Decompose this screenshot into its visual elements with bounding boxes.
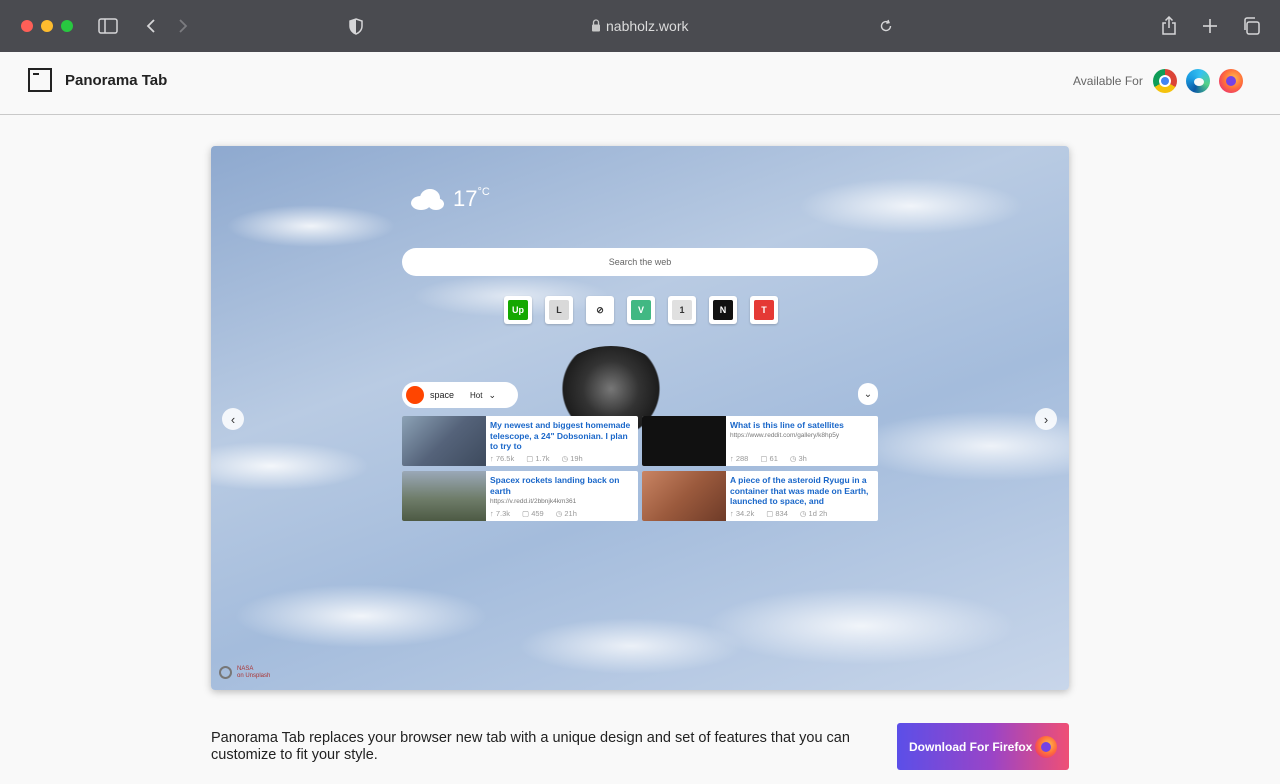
upvotes: ↑ 76.5k [490, 454, 515, 463]
post-meta: ↑ 76.5k ▢ 1.7k ◷ 19h [490, 454, 583, 463]
post-url[interactable]: https://v.redd.it/2bbnjk4km361 [490, 498, 634, 505]
upvotes: ↑ 7.3k [490, 509, 511, 518]
upvotes: ↑ 34.2k [730, 509, 755, 518]
shortcut-tile-placeholder[interactable]: 1 [668, 296, 696, 324]
shortcut-tiles: Up L ⊘ V 1 N T [504, 296, 778, 324]
reddit-post-card[interactable]: What is this line of satellites https://… [642, 416, 878, 466]
post-thumbnail [642, 416, 726, 466]
download-firefox-button[interactable]: Download For Firefox [897, 723, 1069, 770]
post-age: ◷ 1d 2h [799, 509, 828, 518]
post-title[interactable]: Spacex rockets landing back on earth [490, 475, 634, 496]
panorama-tab-logo-icon[interactable] [28, 68, 52, 92]
search-input[interactable]: Search the web [402, 248, 878, 276]
minimize-window-button[interactable] [41, 20, 53, 32]
settings-gear-icon[interactable] [219, 666, 232, 679]
comments: ▢ 1.7k [526, 454, 550, 463]
reddit-post-card[interactable]: A piece of the asteroid Ryugu in a conta… [642, 471, 878, 521]
new-tab-icon[interactable] [1201, 16, 1219, 36]
shortcut-tile-t-app[interactable]: T [750, 296, 778, 324]
shortcut-tile-vue[interactable]: V [627, 296, 655, 324]
zoom-window-button[interactable] [61, 20, 73, 32]
post-title[interactable]: A piece of the asteroid Ryugu in a conta… [730, 475, 874, 507]
weather-widget: 17°C [409, 186, 490, 212]
back-icon[interactable] [143, 16, 159, 36]
upwork-icon: Up [508, 300, 528, 320]
reload-icon[interactable] [878, 18, 894, 34]
post-thumbnail [642, 471, 726, 521]
letter-l-icon: L [549, 300, 569, 320]
upvotes: ↑ 288 [730, 454, 749, 463]
subreddit-name: space [430, 390, 455, 400]
firefox-icon[interactable] [1219, 69, 1243, 93]
share-icon[interactable] [1160, 15, 1178, 37]
sidebar-icon[interactable] [98, 17, 118, 35]
chevron-left-icon: ‹ [230, 411, 236, 427]
shortcut-tile-safari[interactable]: ⊘ [586, 296, 614, 324]
sort-label[interactable]: Hot [470, 391, 482, 400]
credit-source: on Unsplash [237, 673, 271, 679]
edge-icon[interactable] [1186, 69, 1210, 93]
comments: ▢ 459 [522, 509, 544, 518]
post-thumbnail [402, 471, 486, 521]
temperature: 17°C [453, 186, 490, 211]
post-age: ◷ 21h [555, 509, 577, 518]
site-header: Panorama Tab Available For [0, 52, 1280, 115]
post-title[interactable]: My newest and biggest homemade telescope… [490, 420, 634, 452]
shortcut-tile-letter-l[interactable]: L [545, 296, 573, 324]
available-for-label: Available For [1073, 74, 1143, 88]
new-tab-preview-image: 17°C Search the web Up L ⊘ V 1 N T space Hot ⌄… [211, 146, 1069, 690]
chevron-down-icon[interactable]: ⌄ [488, 390, 496, 401]
product-description: Panorama Tab replaces your browser new t… [211, 730, 850, 763]
close-window-button[interactable] [21, 20, 33, 32]
next-arrow-button[interactable]: › [1035, 408, 1057, 430]
brand-name[interactable]: Panorama Tab [65, 72, 167, 89]
post-meta: ↑ 34.2k ▢ 834 ◷ 1d 2h [730, 509, 827, 518]
post-url[interactable]: https://www.reddit.com/gallery/k8hp5y [730, 432, 874, 439]
post-meta: ↑ 288 ▢ 61 ◷ 3h [730, 454, 807, 463]
safari-icon: ⊘ [590, 300, 610, 320]
reddit-post-card[interactable]: My newest and biggest homemade telescope… [402, 416, 638, 466]
forward-icon[interactable] [175, 16, 191, 36]
download-button-label: Download For Firefox [909, 739, 1033, 754]
lock-icon [592, 19, 600, 32]
comments: ▢ 61 [760, 454, 778, 463]
shortcut-tile-upwork[interactable]: Up [504, 296, 532, 324]
credit-author: NASA [237, 666, 254, 672]
chrome-icon[interactable] [1153, 69, 1177, 93]
chevron-down-icon: ⌄ [863, 388, 873, 400]
post-meta: ↑ 7.3k ▢ 459 ◷ 21h [490, 509, 577, 518]
tab-overview-icon[interactable] [1241, 16, 1261, 36]
shortcut-tile-notion[interactable]: N [709, 296, 737, 324]
url-field[interactable]: nabholz.work [606, 18, 689, 34]
firefox-icon [1035, 735, 1057, 758]
notion-icon: N [713, 300, 733, 320]
comments: ▢ 834 [766, 509, 788, 518]
previous-arrow-button[interactable]: ‹ [222, 408, 244, 430]
chevron-right-icon: › [1043, 411, 1049, 427]
collapse-feed-button[interactable]: ⌄ [858, 383, 878, 405]
post-title[interactable]: What is this line of satellites [730, 420, 874, 431]
post-age: ◷ 19h [561, 454, 583, 463]
cloud-icon [411, 189, 444, 210]
post-age: ◷ 3h [789, 454, 807, 463]
t-app-icon: T [754, 300, 774, 320]
vue-icon: V [631, 300, 651, 320]
photo-credit[interactable]: NASA on Unsplash [237, 666, 270, 680]
post-thumbnail [402, 416, 486, 466]
privacy-shield-icon[interactable] [347, 16, 365, 36]
temperature-unit: °C [477, 186, 490, 198]
reddit-post-card[interactable]: Spacex rockets landing back on earth htt… [402, 471, 638, 521]
reddit-icon [406, 386, 424, 404]
browser-toolbar: nabholz.work [0, 0, 1280, 52]
subreddit-selector[interactable]: space Hot ⌄ [402, 382, 518, 408]
placeholder-icon: 1 [672, 300, 692, 320]
